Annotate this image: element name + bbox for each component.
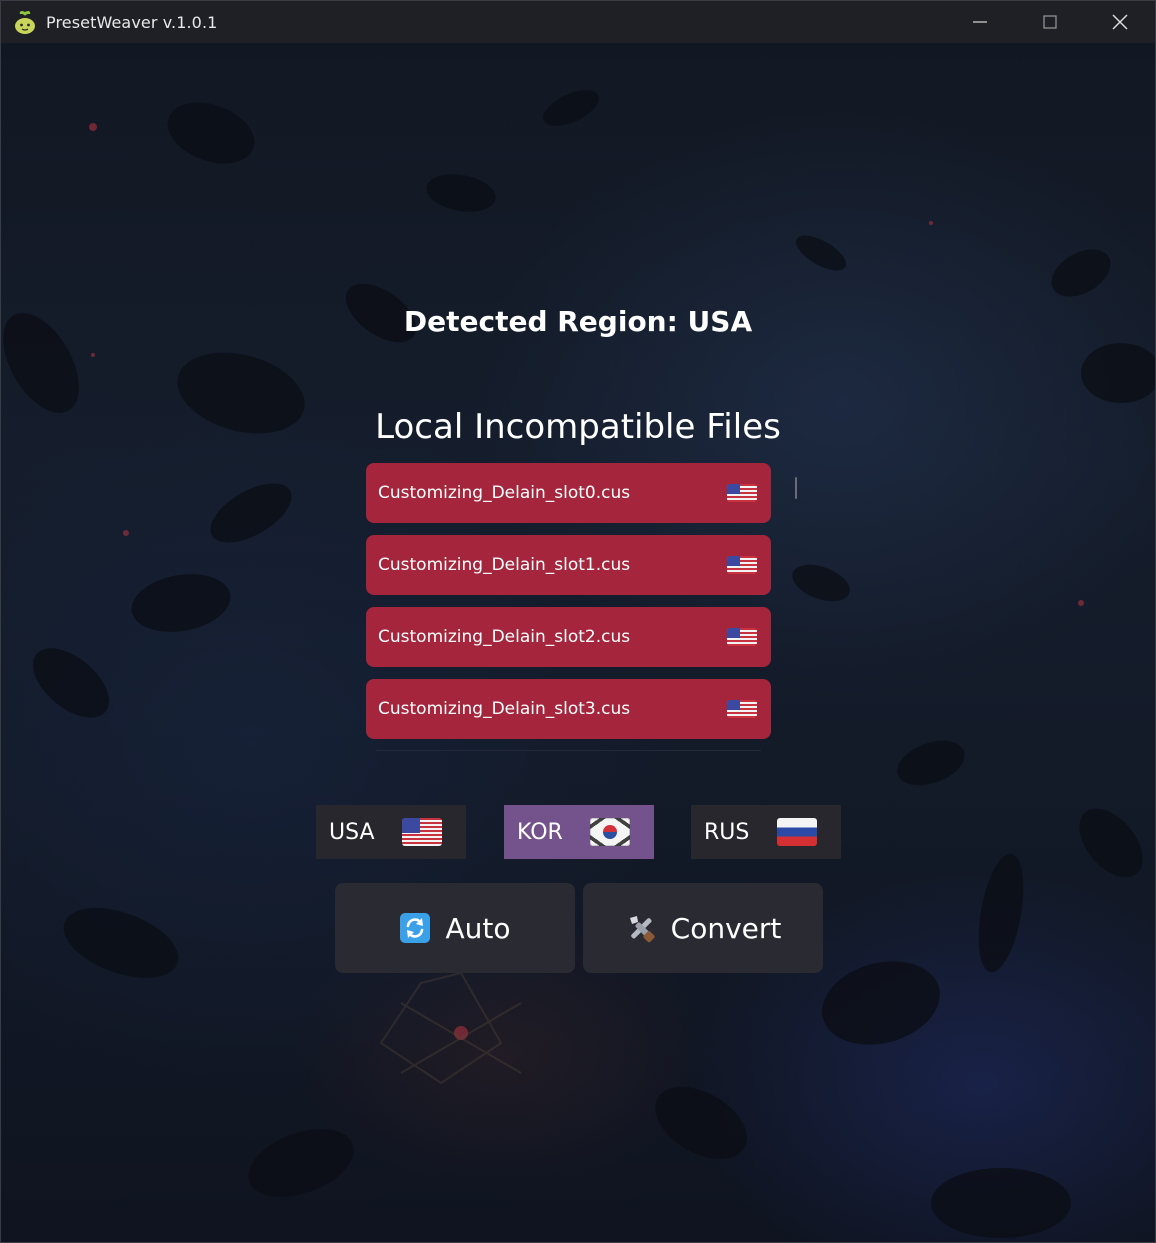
auto-button-label: Auto (445, 911, 511, 945)
file-list-scrollbar[interactable] (795, 477, 797, 499)
file-name: Customizing_Delain_slot1.cus (378, 555, 631, 575)
region-usa-button[interactable]: USA (316, 805, 466, 859)
app-window: PresetWeaver v.1.0.1 Detected Region: US… (0, 0, 1156, 1243)
region-rus-button[interactable]: RUS (691, 805, 841, 859)
convert-button[interactable]: Convert (583, 883, 823, 973)
us-flag-icon (727, 556, 757, 574)
region-label: USA (329, 819, 375, 845)
file-item[interactable]: Customizing_Delain_slot2.cus (366, 607, 771, 667)
kr-flag-icon (590, 818, 630, 846)
convert-button-label: Convert (670, 911, 782, 945)
file-item[interactable]: Customizing_Delain_slot1.cus (366, 535, 771, 595)
file-item[interactable]: Customizing_Delain_slot0.cus (366, 463, 771, 523)
list-divider (376, 750, 761, 751)
file-name: Customizing_Delain_slot0.cus (378, 483, 631, 503)
us-flag-icon (727, 484, 757, 502)
file-name: Customizing_Delain_slot2.cus (378, 627, 631, 647)
us-flag-icon (727, 628, 757, 646)
us-flag-icon (727, 700, 757, 718)
main-content: Detected Region: USA Local Incompatible … (1, 1, 1155, 1242)
incompatible-files-heading: Local Incompatible Files (375, 407, 781, 447)
region-kor-button[interactable]: KOR (504, 805, 654, 859)
ru-flag-icon (777, 818, 817, 846)
refresh-icon (399, 912, 431, 944)
tools-icon (625, 912, 657, 944)
file-item[interactable]: Customizing_Delain_slot3.cus (366, 679, 771, 739)
incompatible-files-list[interactable]: Customizing_Delain_slot0.cus Customizing… (366, 463, 771, 751)
detected-region-label: Detected Region: USA (403, 305, 753, 338)
us-flag-icon (402, 818, 442, 846)
file-name: Customizing_Delain_slot3.cus (378, 699, 631, 719)
auto-button[interactable]: Auto (335, 883, 575, 973)
region-label: KOR (517, 819, 563, 845)
region-label: RUS (704, 819, 750, 845)
